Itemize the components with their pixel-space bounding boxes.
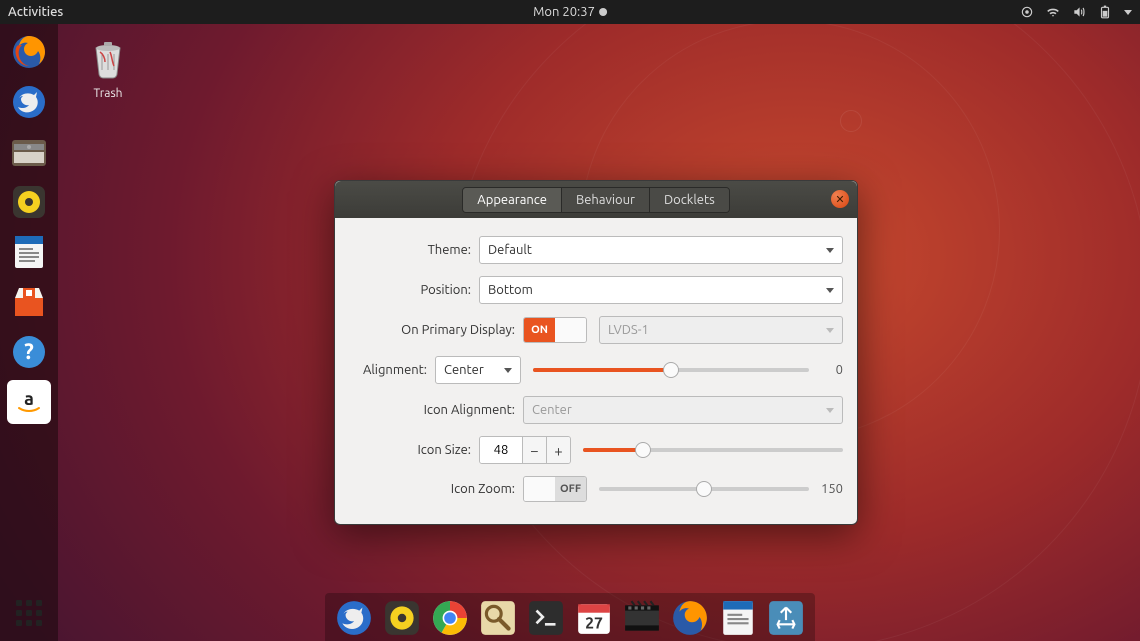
- icon-zoom-slider[interactable]: [599, 487, 809, 491]
- chevron-down-icon: [1124, 10, 1132, 15]
- icon-size-label: Icon Size:: [349, 443, 479, 457]
- alignment-combo[interactable]: Center: [435, 356, 521, 384]
- dock-rhythmbox[interactable]: [381, 597, 423, 639]
- chevron-down-icon: [504, 368, 512, 373]
- svg-text:a: a: [24, 389, 34, 409]
- position-value: Bottom: [488, 283, 533, 297]
- display-combo: LVDS-1: [599, 316, 843, 344]
- launcher: ? a: [0, 24, 58, 641]
- position-label: Position:: [349, 283, 479, 297]
- icon-size-slider[interactable]: [583, 448, 843, 452]
- launcher-writer[interactable]: [7, 230, 51, 274]
- dock-thunderbird[interactable]: [333, 597, 375, 639]
- on-primary-label: On Primary Display:: [349, 323, 523, 337]
- display-value: LVDS-1: [608, 323, 649, 337]
- show-apps-button[interactable]: [11, 595, 47, 631]
- dock-firefox[interactable]: [669, 597, 711, 639]
- chevron-down-icon: [826, 248, 834, 253]
- dock-image-viewer[interactable]: [477, 597, 519, 639]
- recording-indicator-icon: [599, 8, 607, 16]
- icon-alignment-value: Center: [532, 403, 572, 417]
- launcher-rhythmbox[interactable]: [7, 180, 51, 224]
- icon-size-spinner[interactable]: − +: [479, 436, 571, 464]
- preferences-dialog: Appearance Behaviour Docklets ✕ Theme: D…: [334, 180, 858, 525]
- dock-video[interactable]: [621, 597, 663, 639]
- dock-calendar[interactable]: 27: [573, 597, 615, 639]
- tab-docklets[interactable]: Docklets: [650, 188, 729, 212]
- alignment-slider[interactable]: [533, 368, 809, 372]
- icon-zoom-toggle[interactable]: OFF: [523, 476, 587, 502]
- close-button[interactable]: ✕: [831, 190, 849, 208]
- dock-plank[interactable]: [765, 597, 807, 639]
- launcher-thunderbird[interactable]: [7, 80, 51, 124]
- chevron-down-icon: [826, 408, 834, 413]
- svg-text:27: 27: [585, 614, 603, 632]
- dock-chrome[interactable]: [429, 597, 471, 639]
- desktop-trash[interactable]: Trash: [86, 36, 130, 100]
- on-primary-toggle[interactable]: ON: [523, 317, 587, 343]
- theme-label: Theme:: [349, 243, 479, 257]
- dialog-titlebar[interactable]: Appearance Behaviour Docklets ✕: [335, 181, 857, 218]
- launcher-help[interactable]: ?: [7, 330, 51, 374]
- chevron-down-icon: [826, 328, 834, 333]
- tab-behaviour[interactable]: Behaviour: [562, 188, 650, 212]
- toggle-off-text: OFF: [555, 477, 586, 501]
- theme-combo[interactable]: Default: [479, 236, 843, 264]
- tab-appearance[interactable]: Appearance: [463, 188, 562, 212]
- icon-size-input[interactable]: [480, 437, 522, 463]
- launcher-firefox[interactable]: [7, 30, 51, 74]
- launcher-software[interactable]: [7, 280, 51, 324]
- alignment-slider-value: 0: [817, 363, 843, 377]
- dock: 27: [325, 593, 815, 641]
- settings-icon: [1020, 5, 1034, 19]
- icon-alignment-label: Icon Alignment:: [349, 403, 523, 417]
- alignment-value: Center: [444, 363, 484, 377]
- icon-zoom-label: Icon Zoom:: [349, 482, 523, 496]
- alignment-label: Alignment:: [349, 363, 435, 377]
- dialog-tabs: Appearance Behaviour Docklets: [462, 187, 729, 213]
- battery-icon: [1098, 5, 1112, 19]
- chevron-down-icon: [826, 288, 834, 293]
- clock-text: Mon 20:37: [533, 5, 595, 19]
- toggle-on-text: ON: [524, 318, 555, 342]
- top-bar: Activities Mon 20:37: [0, 0, 1140, 24]
- svg-text:?: ?: [24, 339, 34, 364]
- icon-alignment-combo: Center: [523, 396, 843, 424]
- launcher-files[interactable]: [7, 130, 51, 174]
- dock-terminal[interactable]: [525, 597, 567, 639]
- clock[interactable]: Mon 20:37: [533, 5, 607, 19]
- icon-size-minus[interactable]: −: [522, 437, 546, 463]
- icon-size-plus[interactable]: +: [546, 437, 570, 463]
- activities-button[interactable]: Activities: [8, 5, 63, 19]
- dock-writer[interactable]: [717, 597, 759, 639]
- theme-value: Default: [488, 243, 532, 257]
- icon-zoom-value: 150: [817, 482, 843, 496]
- status-area[interactable]: [1020, 5, 1132, 19]
- trash-label: Trash: [86, 87, 130, 100]
- position-combo[interactable]: Bottom: [479, 276, 843, 304]
- volume-icon: [1072, 5, 1086, 19]
- launcher-amazon[interactable]: a: [7, 380, 51, 424]
- wifi-icon: [1046, 5, 1060, 19]
